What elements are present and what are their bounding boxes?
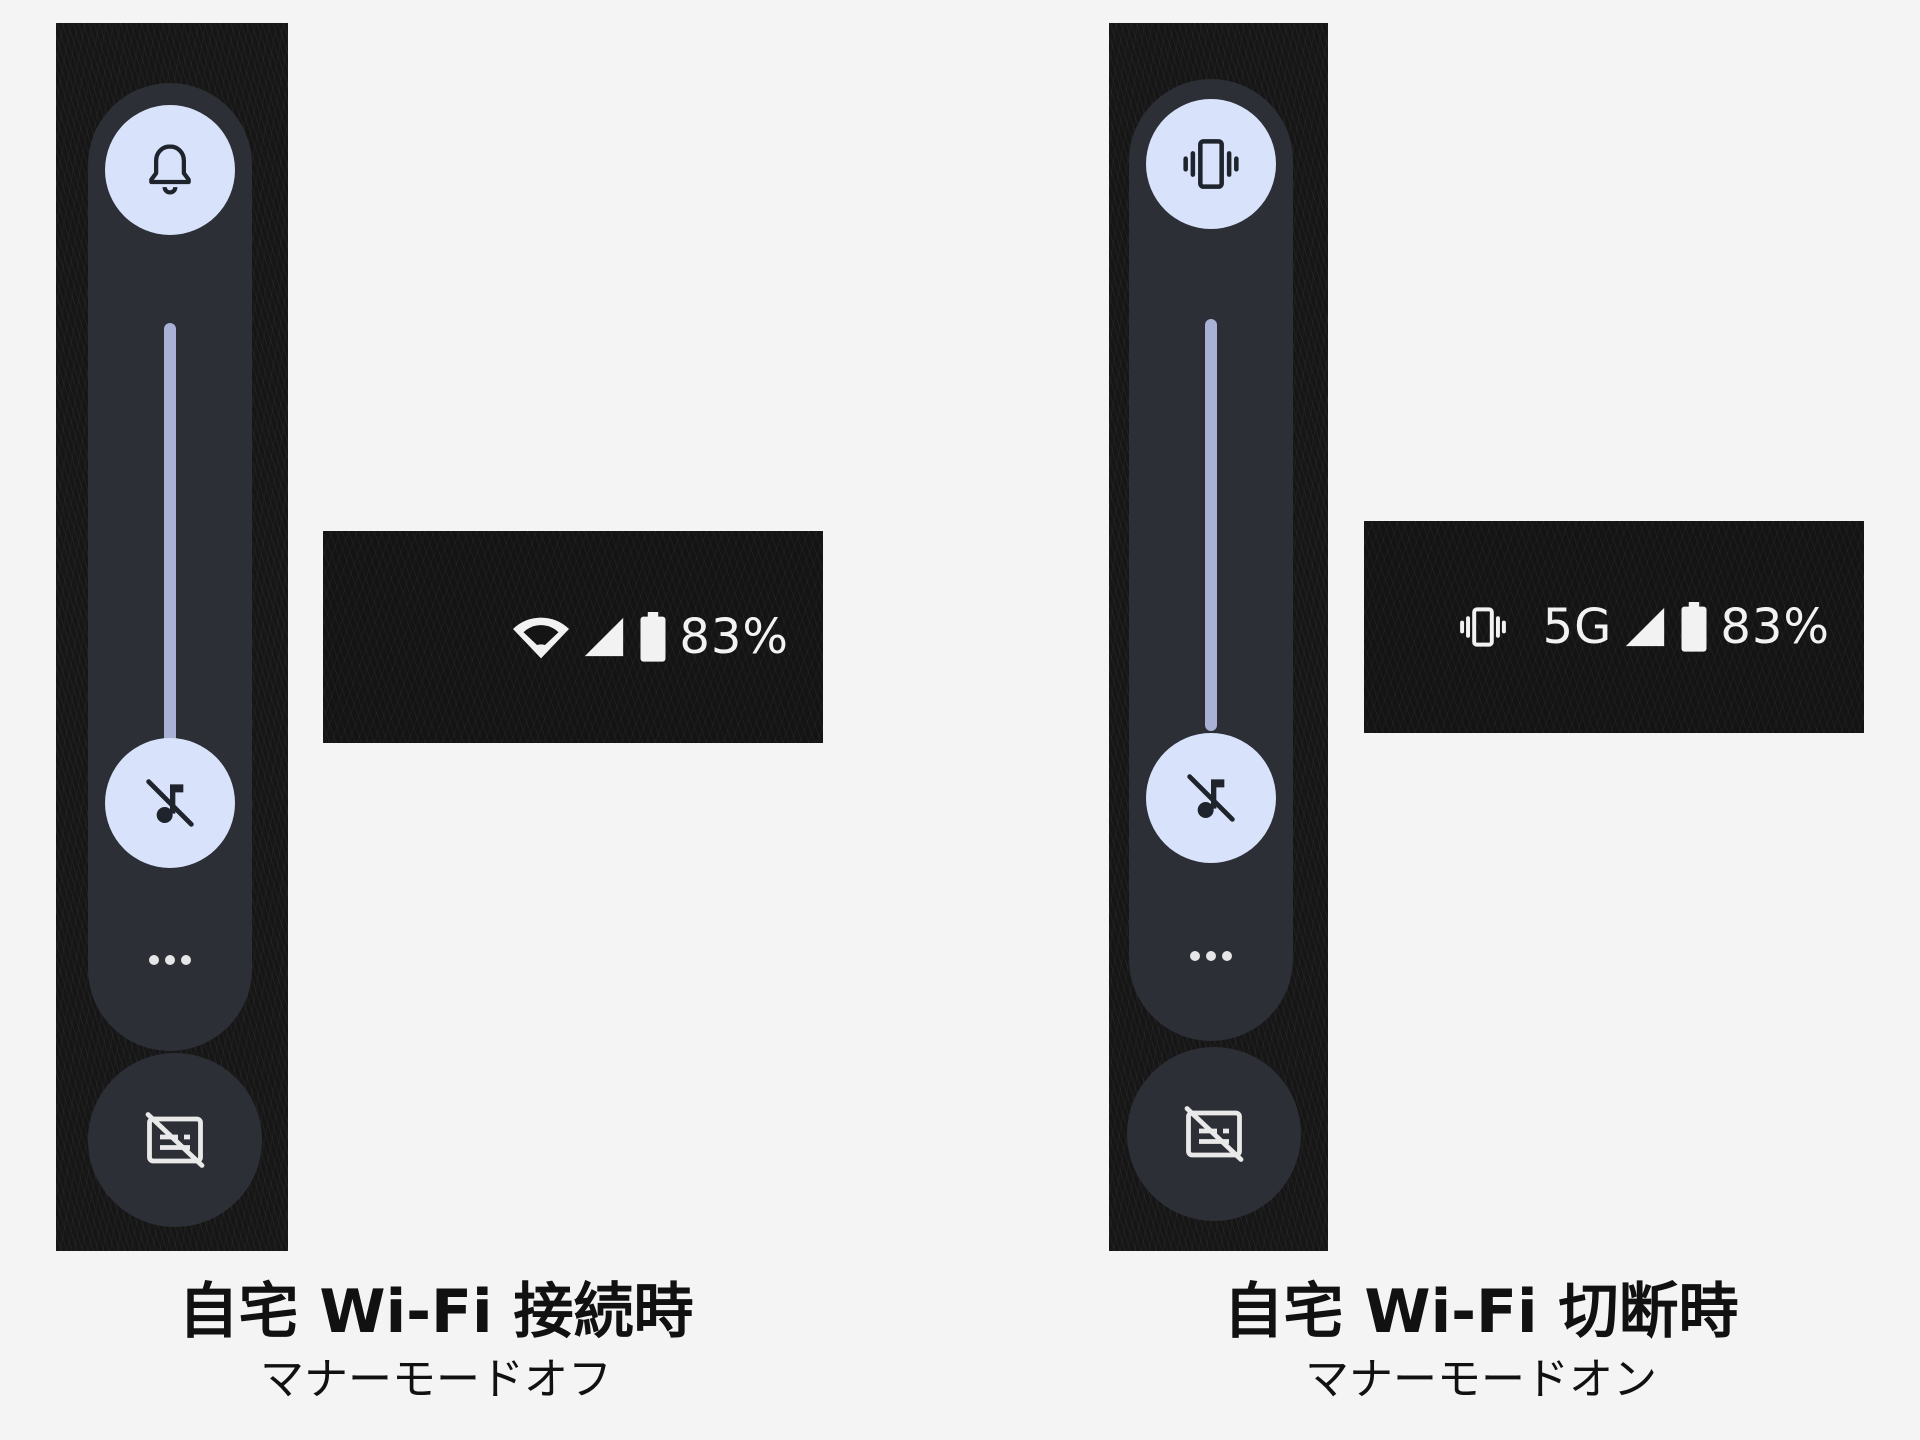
volume-thumb[interactable] [105,738,235,868]
volume-track[interactable] [1205,319,1217,731]
captions-off-icon [1184,1106,1244,1162]
right-status-bar: 5G 83% [1364,521,1864,733]
caption-title: 自宅 Wi-Fi 接続時 [178,1277,694,1347]
vibrate-icon [1459,607,1506,647]
caption-subtitle: マナーモードオフ [260,1354,612,1405]
battery-percent: 83% [679,609,789,665]
bell-icon [149,144,191,195]
status-icons-row: 5G 83% [1455,521,1830,733]
cell-signal-icon [585,617,624,657]
caption-title: 自宅 Wi-Fi 切断時 [1223,1277,1739,1347]
left-volume-panel [56,23,288,1251]
battery-percent: 83% [1720,599,1830,655]
live-caption-button[interactable] [1127,1047,1301,1221]
caption-subtitle: マナーモードオン [1305,1354,1657,1405]
vibrate-icon [1183,139,1239,189]
battery-icon [1681,602,1707,652]
status-icons-row: 83% [511,531,789,743]
left-caption: 自宅 Wi-Fi 接続時 マナーモードオフ [86,1276,786,1408]
volume-slider-pill [1129,79,1293,1041]
ringer-mode-button[interactable] [1146,99,1276,229]
captions-off-icon [145,1112,205,1168]
cell-signal-icon [1626,607,1665,647]
volume-slider-pill [88,83,252,1051]
more-horiz-icon[interactable] [88,955,252,965]
music-note-off-icon [1187,774,1235,822]
music-note-off-icon [146,779,194,827]
more-horiz-icon[interactable] [1129,951,1293,961]
right-volume-panel [1109,23,1328,1251]
volume-thumb[interactable] [1146,733,1276,863]
wifi-icon [513,617,570,659]
battery-icon [640,612,666,662]
live-caption-button[interactable] [88,1053,262,1227]
right-caption: 自宅 Wi-Fi 切断時 マナーモードオン [1131,1276,1831,1408]
ringer-mode-button[interactable] [105,105,235,235]
left-status-bar: 83% [323,531,823,743]
network-type: 5G [1542,599,1613,655]
volume-track[interactable] [164,323,176,743]
